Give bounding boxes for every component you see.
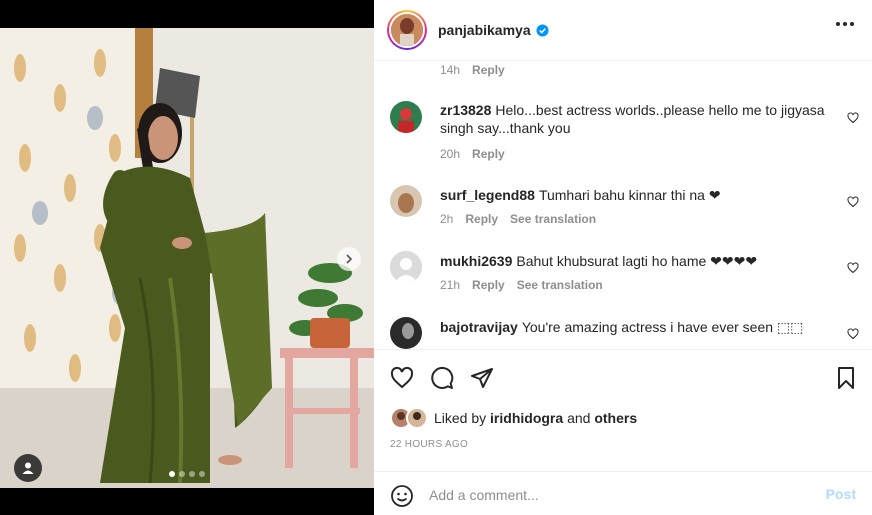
comment-text: Bahut khubsurat lagti ho hame ❤❤❤❤	[516, 253, 758, 269]
author-avatar-image	[389, 12, 425, 48]
comment-like-heart-icon[interactable]	[847, 328, 859, 340]
comment-meta: 20h Reply	[440, 147, 505, 161]
comment-username[interactable]: zr13828	[440, 102, 491, 118]
reply-button[interactable]: Reply	[472, 278, 505, 292]
post-panel: panjabikamya 14h Reply zr13828 Helo...bes…	[374, 0, 872, 515]
comment-text-block: zr13828 Helo...best actress worlds..pleas…	[440, 101, 830, 137]
post-photo-illustration	[0, 28, 374, 488]
commenter-avatar[interactable]	[390, 101, 422, 133]
user-tag-icon	[22, 462, 34, 474]
liker-avatars[interactable]	[390, 407, 428, 429]
carousel-dots	[169, 471, 205, 477]
author-avatar[interactable]	[387, 10, 427, 50]
post-photo[interactable]	[0, 28, 374, 488]
comment-text-block: surf_legend88 Tumhari bahu kinnar thi na …	[440, 186, 830, 204]
likes-summary: Liked by iridhidogra and others	[390, 407, 637, 429]
share-icon[interactable]	[470, 366, 494, 390]
commenter-avatar[interactable]	[390, 251, 422, 283]
comment-icon[interactable]	[430, 366, 454, 390]
add-comment-bar: Post	[374, 471, 872, 515]
commenter-avatar[interactable]	[390, 317, 422, 349]
comment-text-block: mukhi2639 Bahut khubsurat lagti ho hame ❤…	[440, 252, 830, 270]
comment-meta: 14h Reply	[440, 63, 505, 77]
verified-badge-icon	[536, 23, 549, 37]
carousel-dot	[189, 471, 195, 477]
comments-list[interactable]: 14h Reply zr13828 Helo...best actress wor…	[374, 61, 872, 349]
carousel-dot	[169, 471, 175, 477]
see-translation-button[interactable]: See translation	[510, 212, 596, 226]
comment-meta: 21h Reply See translation	[440, 278, 603, 292]
comment-username[interactable]: bajotravijay	[440, 319, 518, 335]
author-username[interactable]: panjabikamya	[438, 22, 531, 38]
comment-time: 20h	[440, 147, 461, 161]
comment-input[interactable]	[429, 484, 809, 506]
reply-button[interactable]: Reply	[472, 63, 505, 77]
post-media	[0, 0, 374, 515]
comment-time: 14h	[440, 63, 461, 77]
reply-button[interactable]: Reply	[465, 212, 498, 226]
post-timestamp[interactable]: 22 HOURS AGO	[390, 439, 468, 450]
comment-time: 21h	[440, 278, 461, 292]
author-avatar-picture	[391, 14, 423, 46]
more-options-icon[interactable]	[836, 22, 854, 26]
liked-by-others[interactable]: others	[594, 410, 637, 426]
commenter-avatar[interactable]	[390, 185, 422, 217]
comment-username[interactable]: surf_legend88	[440, 187, 535, 203]
post-comment-button[interactable]: Post	[826, 486, 856, 502]
tagged-users-button[interactable]	[14, 454, 42, 482]
post-header: panjabikamya	[374, 0, 872, 61]
heart-icon[interactable]	[390, 366, 414, 390]
comment-like-heart-icon[interactable]	[847, 262, 859, 274]
liked-by-prefix: Liked by	[434, 410, 487, 426]
see-translation-button[interactable]: See translation	[517, 278, 603, 292]
comment-text-block: bajotravijay You're amazing actress i hav…	[440, 318, 830, 336]
commenter-avatar-picture	[390, 185, 422, 217]
comment-time: 2h	[440, 212, 454, 226]
comment-text: Tumhari bahu kinnar thi na ❤	[538, 187, 721, 203]
liker-avatar-picture	[408, 409, 426, 427]
next-slide-button[interactable]	[337, 247, 361, 271]
bookmark-icon[interactable]	[834, 366, 858, 390]
comment-text: You're amazing actress i have ever seen …	[521, 319, 804, 335]
commenter-avatar-picture	[390, 101, 422, 133]
default-avatar-icon	[390, 251, 422, 283]
commenter-avatar-picture	[390, 317, 422, 349]
reply-button[interactable]: Reply	[472, 147, 505, 161]
liked-by-user[interactable]: iridhidogra	[490, 410, 563, 426]
carousel-dot	[179, 471, 185, 477]
chevron-right-icon	[346, 254, 353, 264]
post-actions: Liked by iridhidogra and others 22 HOURS…	[374, 349, 872, 515]
comment-username[interactable]: mukhi2639	[440, 253, 512, 269]
comment-text: Helo...best actress worlds..please hello…	[440, 102, 825, 136]
comment-like-heart-icon[interactable]	[847, 112, 859, 124]
emoji-icon[interactable]	[390, 484, 414, 508]
carousel-dot	[199, 471, 205, 477]
comment-like-heart-icon[interactable]	[847, 196, 859, 208]
liker-avatar	[406, 407, 428, 429]
comment-meta: 2h Reply See translation	[440, 212, 596, 226]
liked-by-joiner: and	[567, 410, 591, 426]
